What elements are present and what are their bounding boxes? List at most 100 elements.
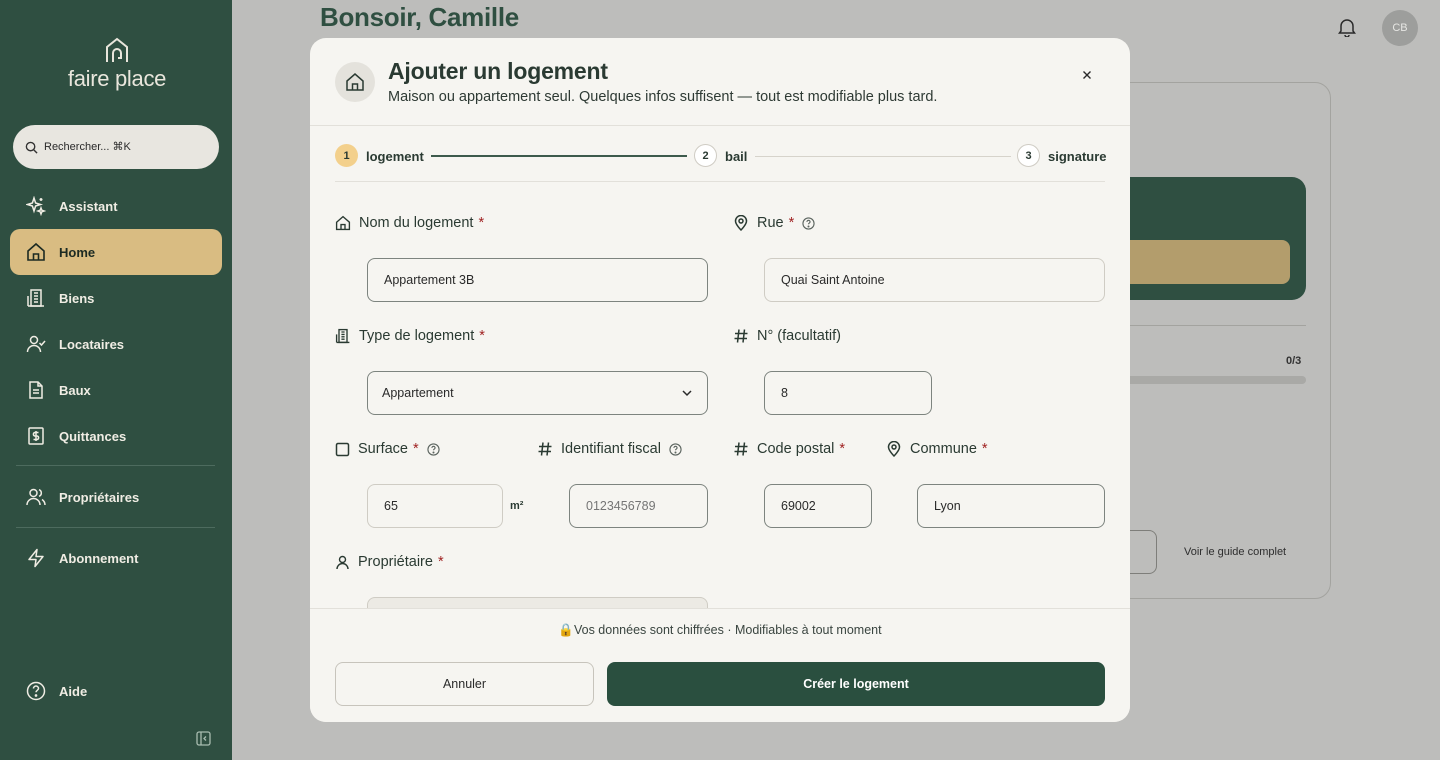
- modal-footer: 🔒Vos données sont chiffrées · Modifiable…: [310, 608, 1130, 722]
- background-divider: [1120, 325, 1306, 326]
- surface-input[interactable]: [367, 484, 503, 528]
- type-field-label: Type de logement *: [335, 328, 485, 344]
- required-mark: *: [981, 441, 988, 457]
- surface-field-label: Surface *: [335, 441, 440, 457]
- step-3-label[interactable]: signature: [1048, 149, 1107, 164]
- help-icon[interactable]: [802, 216, 815, 230]
- document-icon: [29, 381, 43, 399]
- progress-bar: [1120, 376, 1306, 384]
- sidebar-item-label: Home: [59, 244, 96, 260]
- sidebar-item-label: Propriétaires: [59, 489, 140, 505]
- help-icon[interactable]: [427, 442, 440, 456]
- street-field-label: Rue *: [733, 215, 815, 231]
- stepper-divider: [335, 181, 1105, 182]
- sidebar-item-proprietaires[interactable]: Propriétaires: [10, 474, 222, 520]
- search-icon: [25, 141, 38, 154]
- property-name-input[interactable]: [367, 258, 708, 302]
- sidebar-item-label: Quittances: [59, 428, 127, 444]
- required-mark: *: [839, 441, 846, 457]
- chevron-down-icon: [682, 390, 692, 397]
- required-mark: *: [412, 441, 419, 457]
- number-field-label: N° (facultatif): [733, 328, 841, 344]
- sidebar-item-label: Abonnement: [59, 550, 139, 566]
- step-1-label[interactable]: logement: [366, 149, 424, 164]
- step-connector-1: [431, 155, 687, 157]
- modal-subtitle: Maison ou appartement seul. Quelques inf…: [388, 89, 938, 105]
- sidebar-item-aide[interactable]: Aide: [10, 668, 222, 714]
- postal-code-field-label: Code postal *: [733, 441, 845, 457]
- required-mark: *: [788, 215, 795, 231]
- sidebar-collapse-button[interactable]: [196, 731, 211, 751]
- progress-label: 0/3: [1286, 355, 1302, 367]
- street-number-input[interactable]: [764, 371, 932, 415]
- sidebar-item-label: Locataires: [59, 336, 125, 352]
- sidebar-item-biens[interactable]: Biens: [10, 275, 222, 321]
- close-button[interactable]: [1079, 67, 1095, 83]
- security-note: 🔒Vos données sont chiffrées · Modifiable…: [558, 623, 882, 637]
- sidebar-item-assistant[interactable]: Assistant: [10, 183, 222, 229]
- sidebar-item-home[interactable]: Home: [10, 229, 222, 275]
- required-mark: *: [478, 215, 485, 231]
- lightning-icon: [28, 548, 44, 568]
- logo-text: faire place: [67, 66, 167, 91]
- step-2-label[interactable]: bail: [725, 149, 747, 164]
- step-3-circle[interactable]: 3: [1017, 144, 1040, 167]
- home-icon: [335, 215, 351, 231]
- modal-header-icon: [335, 62, 375, 102]
- sidebar-item-label: Baux: [59, 382, 91, 398]
- street-input[interactable]: [764, 258, 1105, 302]
- name-field-label: Nom du logement *: [335, 215, 484, 231]
- square-icon: [335, 442, 350, 456]
- hash-icon: [538, 442, 552, 456]
- fiscal-id-input[interactable]: [569, 484, 708, 528]
- map-pin-icon: [887, 441, 901, 457]
- app-logo[interactable]: faire place: [62, 36, 172, 96]
- sidebar-divider: [16, 465, 215, 466]
- create-property-button[interactable]: Créer le logement: [607, 662, 1105, 706]
- sidebar-item-abonnement[interactable]: Abonnement: [10, 535, 222, 581]
- sidebar-collapse-icon: [196, 731, 211, 746]
- sidebar-item-label: Aide: [59, 683, 88, 699]
- users-icon: [26, 488, 46, 506]
- hash-icon: [734, 442, 748, 456]
- surface-unit: m²: [510, 500, 524, 512]
- fiscal-id-field-label: Identifiant fiscal: [537, 441, 682, 457]
- header-divider: [310, 125, 1130, 126]
- help-circle-icon: [26, 681, 46, 701]
- sidebar-item-locataires[interactable]: Locataires: [10, 321, 222, 367]
- sidebar-item-label: Biens: [59, 290, 95, 306]
- search-box[interactable]: [13, 125, 219, 169]
- required-mark: *: [479, 328, 485, 344]
- required-mark: *: [437, 554, 444, 570]
- receipt-dollar-icon: [28, 427, 44, 445]
- sidebar-divider: [16, 527, 215, 528]
- map-pin-icon: [734, 215, 748, 231]
- add-property-modal: Ajouter un logement Maison ou appartemen…: [310, 38, 1130, 722]
- step-1-circle[interactable]: 1: [335, 144, 358, 167]
- close-icon: [1083, 71, 1091, 79]
- guide-link[interactable]: Voir le guide complet: [1184, 546, 1286, 558]
- step-2-circle[interactable]: 2: [694, 144, 717, 167]
- help-icon[interactable]: [669, 442, 682, 456]
- postal-code-input[interactable]: [764, 484, 872, 528]
- sidebar-item-baux[interactable]: Baux: [10, 367, 222, 413]
- property-type-select[interactable]: Appartement: [367, 371, 708, 415]
- property-type-value: Appartement: [382, 386, 454, 400]
- house-logo-icon: [106, 37, 128, 62]
- modal-title: Ajouter un logement: [388, 58, 608, 84]
- sidebar-item-quittances[interactable]: Quittances: [10, 413, 222, 459]
- building-icon: [27, 289, 44, 307]
- user-check-icon: [26, 335, 46, 353]
- home-icon: [346, 73, 364, 91]
- city-input[interactable]: [917, 484, 1105, 528]
- sparkle-icon: [26, 196, 46, 216]
- user-icon: [336, 555, 349, 569]
- sidebar-item-label: Assistant: [59, 198, 118, 214]
- sidebar: faire place Assistant Home Biens Locatai…: [0, 0, 232, 760]
- notifications-button[interactable]: [1337, 17, 1357, 42]
- city-field-label: Commune *: [886, 441, 988, 457]
- home-icon: [27, 242, 45, 261]
- cancel-button[interactable]: Annuler: [335, 662, 594, 706]
- search-input[interactable]: [44, 141, 204, 153]
- avatar[interactable]: CB: [1382, 10, 1418, 46]
